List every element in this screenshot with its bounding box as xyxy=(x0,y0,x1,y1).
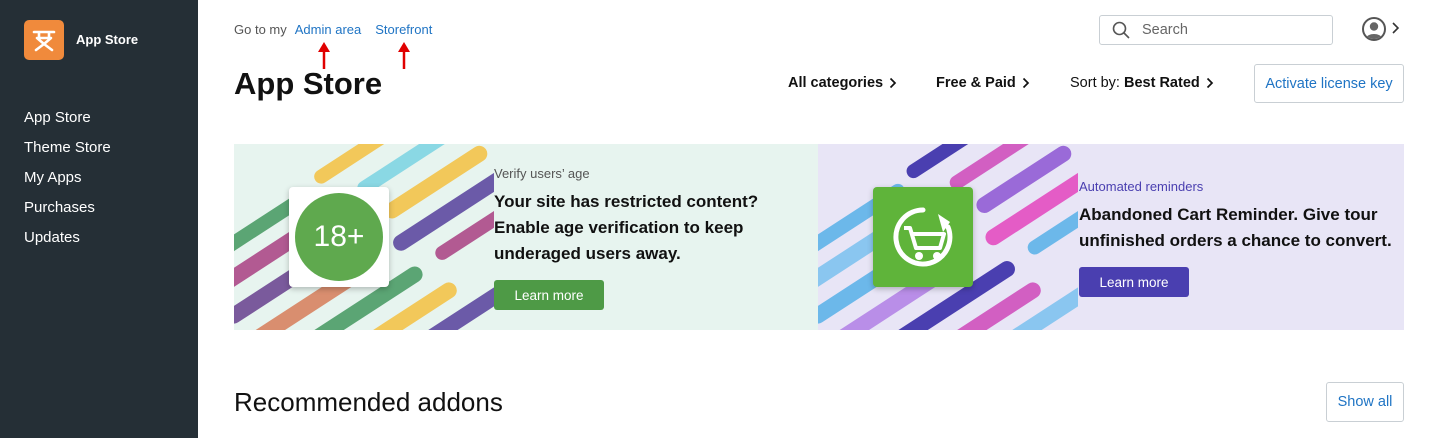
banner-overline: Automated reminders xyxy=(1079,179,1204,194)
price-filter-label: Free & Paid xyxy=(936,75,1016,91)
sort-filter[interactable]: Sort by: Best Rated xyxy=(1070,75,1214,91)
cs-cart-logo-icon[interactable] xyxy=(24,20,64,60)
banner-headline: Abandoned Cart Reminder. Give tour unfin… xyxy=(1079,205,1392,250)
age-badge-tile: 18+ xyxy=(289,187,389,287)
search-icon xyxy=(1112,21,1130,39)
search-input[interactable]: Search xyxy=(1099,15,1333,45)
banner-age-verification[interactable]: 18+ Verify users’ age Your site has rest… xyxy=(234,144,818,330)
goto-prefix: Go to my xyxy=(234,22,287,37)
age-badge: 18+ xyxy=(295,193,383,281)
search-placeholder: Search xyxy=(1142,22,1188,38)
cart-reminder-icon xyxy=(873,187,973,287)
annotation-arrow-icon xyxy=(398,42,410,69)
banner-headline: Your site has restricted content? Enable… xyxy=(494,192,759,263)
chevron-right-icon xyxy=(1022,77,1029,89)
sidebar-item-my-apps[interactable]: My Apps xyxy=(24,168,111,198)
activate-license-button[interactable]: Activate license key xyxy=(1254,64,1404,103)
sidebar-nav: App Store Theme Store My Apps Purchases … xyxy=(24,108,111,258)
section-title: Recommended addons xyxy=(234,387,503,417)
banner-cart-reminder[interactable]: Automated reminders Abandoned Cart Remin… xyxy=(818,144,1404,330)
user-avatar-icon[interactable] xyxy=(1362,17,1386,41)
chevron-right-icon xyxy=(889,77,897,89)
sidebar: App Store App Store Theme Store My Apps … xyxy=(0,0,198,438)
sidebar-item-theme-store[interactable]: Theme Store xyxy=(24,138,111,168)
banner-overline: Verify users’ age xyxy=(494,166,590,181)
price-filter[interactable]: Free & Paid xyxy=(936,75,1030,91)
admin-area-link[interactable]: Admin area xyxy=(295,22,361,37)
categories-filter-label: All categories xyxy=(788,75,884,91)
main-content: Go to my Admin area Storefront Search App … xyxy=(198,0,1439,438)
sidebar-item-app-store[interactable]: App Store xyxy=(24,108,111,138)
sidebar-item-updates[interactable]: Updates xyxy=(24,228,111,258)
learn-more-button[interactable]: Learn more xyxy=(494,280,604,310)
sidebar-item-purchases[interactable]: Purchases xyxy=(24,198,111,228)
chevron-right-icon[interactable] xyxy=(1391,21,1401,35)
sort-value: Best Rated xyxy=(1124,75,1200,91)
categories-filter[interactable]: All categories xyxy=(788,75,897,91)
page-title: App Store xyxy=(234,66,383,101)
app-title: App Store xyxy=(76,32,139,47)
show-all-button[interactable]: Show all xyxy=(1326,382,1404,422)
chevron-right-icon xyxy=(1206,77,1213,89)
storefront-link[interactable]: Storefront xyxy=(375,22,432,37)
learn-more-button[interactable]: Learn more xyxy=(1079,267,1189,297)
goto-links: Go to my Admin area Storefront xyxy=(234,22,432,37)
sort-prefix: Sort by: xyxy=(1070,75,1120,91)
